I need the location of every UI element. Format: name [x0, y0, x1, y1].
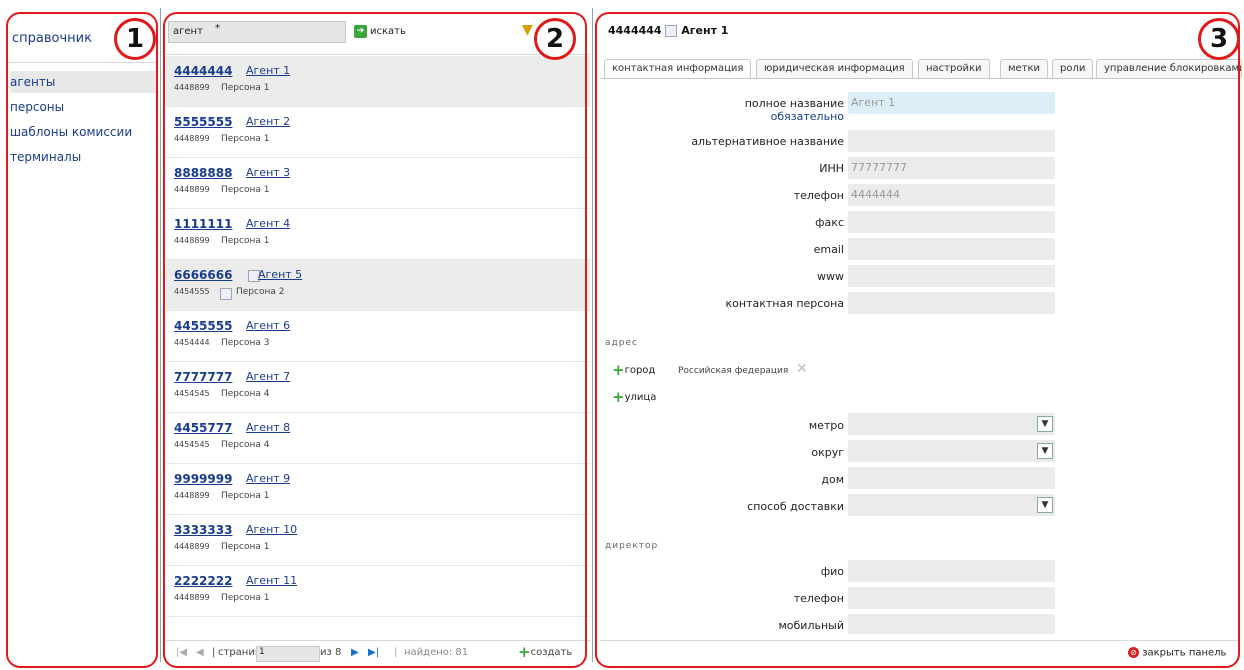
badge-1: 1 [114, 18, 156, 60]
badge-2: 2 [534, 18, 576, 60]
badge-3: 3 [1198, 18, 1240, 60]
separator [160, 8, 161, 662]
callout-panel-1 [6, 12, 158, 668]
separator [592, 8, 593, 662]
callout-panel-2 [163, 12, 587, 668]
callout-panel-3 [595, 12, 1240, 668]
